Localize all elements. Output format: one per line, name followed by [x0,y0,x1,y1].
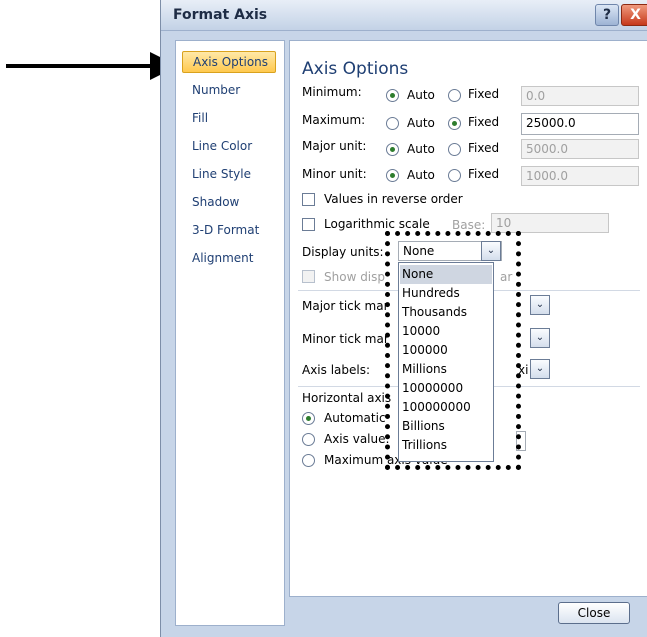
minor-unit-auto-label: Auto [407,168,435,182]
minimum-label: Minimum: [302,85,362,99]
maximum-value-field[interactable]: 25000.0 [521,113,639,135]
nav-item-number[interactable]: Number [182,79,276,101]
dialog-title: Format Axis [173,7,268,23]
log-scale-label: Logarithmic scale [324,217,430,231]
minimum-auto-label: Auto [407,88,435,102]
major-unit-fixed-radio[interactable] [448,143,461,156]
chevron-down-icon[interactable]: ⌄ [530,359,550,379]
minor-unit-fixed-label: Fixed [468,167,500,181]
maximum-auto-label: Auto [407,116,435,130]
minor-unit-value-field[interactable]: 1000.0 [521,166,639,186]
horizontal-axis-label: Horizontal axis [302,391,392,405]
nav-item-shadow[interactable]: Shadow [182,191,276,213]
automatic-label: Automatic [324,411,386,425]
minor-unit-fixed-radio[interactable] [448,169,461,182]
max-axis-value-radio[interactable] [302,454,315,467]
nav-item-alignment[interactable]: Alignment [182,247,276,269]
chevron-down-icon[interactable]: ⌄ [530,328,550,348]
maximum-label: Maximum: [302,113,366,127]
nav-item-3d-format[interactable]: 3-D Format [182,219,276,241]
major-unit-auto-label: Auto [407,142,435,156]
nav-item-axis-options[interactable]: Axis Options [182,51,276,73]
minor-unit-label: Minor unit: [302,167,367,181]
maximum-fixed-label: Fixed [468,115,500,129]
annotation-dotted-box [385,231,521,470]
category-nav: Axis Options Number Fill Line Color Line… [175,40,285,626]
minimum-auto-radio[interactable] [386,89,399,102]
title-bar: Format Axis ? X [161,0,647,31]
reverse-order-label: Values in reverse order [324,192,463,206]
format-axis-dialog: Format Axis ? X Axis Options Number Fill… [160,0,647,637]
minor-unit-auto-radio[interactable] [386,169,399,182]
chevron-down-icon[interactable]: ⌄ [530,295,550,315]
help-button[interactable]: ? [595,4,619,26]
axis-value-radio[interactable] [302,433,315,446]
maximum-auto-radio[interactable] [386,117,399,130]
axis-labels-label: Axis labels: [302,363,371,377]
minimum-fixed-label: Fixed [468,87,500,101]
major-tick-label: Major tick mar [302,299,389,313]
base-value-field[interactable]: 10 [491,213,609,233]
nav-item-fill[interactable]: Fill [182,107,276,129]
base-label: Base: [452,218,486,232]
close-icon[interactable]: X [621,4,647,26]
annotation-arrow-shaft [6,64,156,68]
show-display-units-label: Show disp [324,270,386,284]
nav-item-line-style[interactable]: Line Style [182,163,276,185]
display-units-label: Display units: [302,245,384,259]
major-unit-value-field[interactable]: 5000.0 [521,139,639,159]
major-unit-fixed-label: Fixed [468,141,500,155]
show-display-units-checkbox[interactable] [302,270,315,283]
section-heading: Axis Options [302,59,409,79]
maximum-fixed-radio[interactable] [448,117,461,130]
axis-value-label: Axis value: [324,432,390,446]
automatic-radio[interactable] [302,412,315,425]
nav-item-line-color[interactable]: Line Color [182,135,276,157]
reverse-order-checkbox[interactable] [302,193,315,206]
minimum-value-field[interactable]: 0.0 [521,86,639,106]
major-unit-auto-radio[interactable] [386,143,399,156]
close-button[interactable]: Close [558,602,630,624]
log-scale-checkbox[interactable] [302,218,315,231]
minimum-fixed-radio[interactable] [448,89,461,102]
minor-tick-label: Minor tick mar [302,332,389,346]
major-unit-label: Major unit: [302,139,367,153]
